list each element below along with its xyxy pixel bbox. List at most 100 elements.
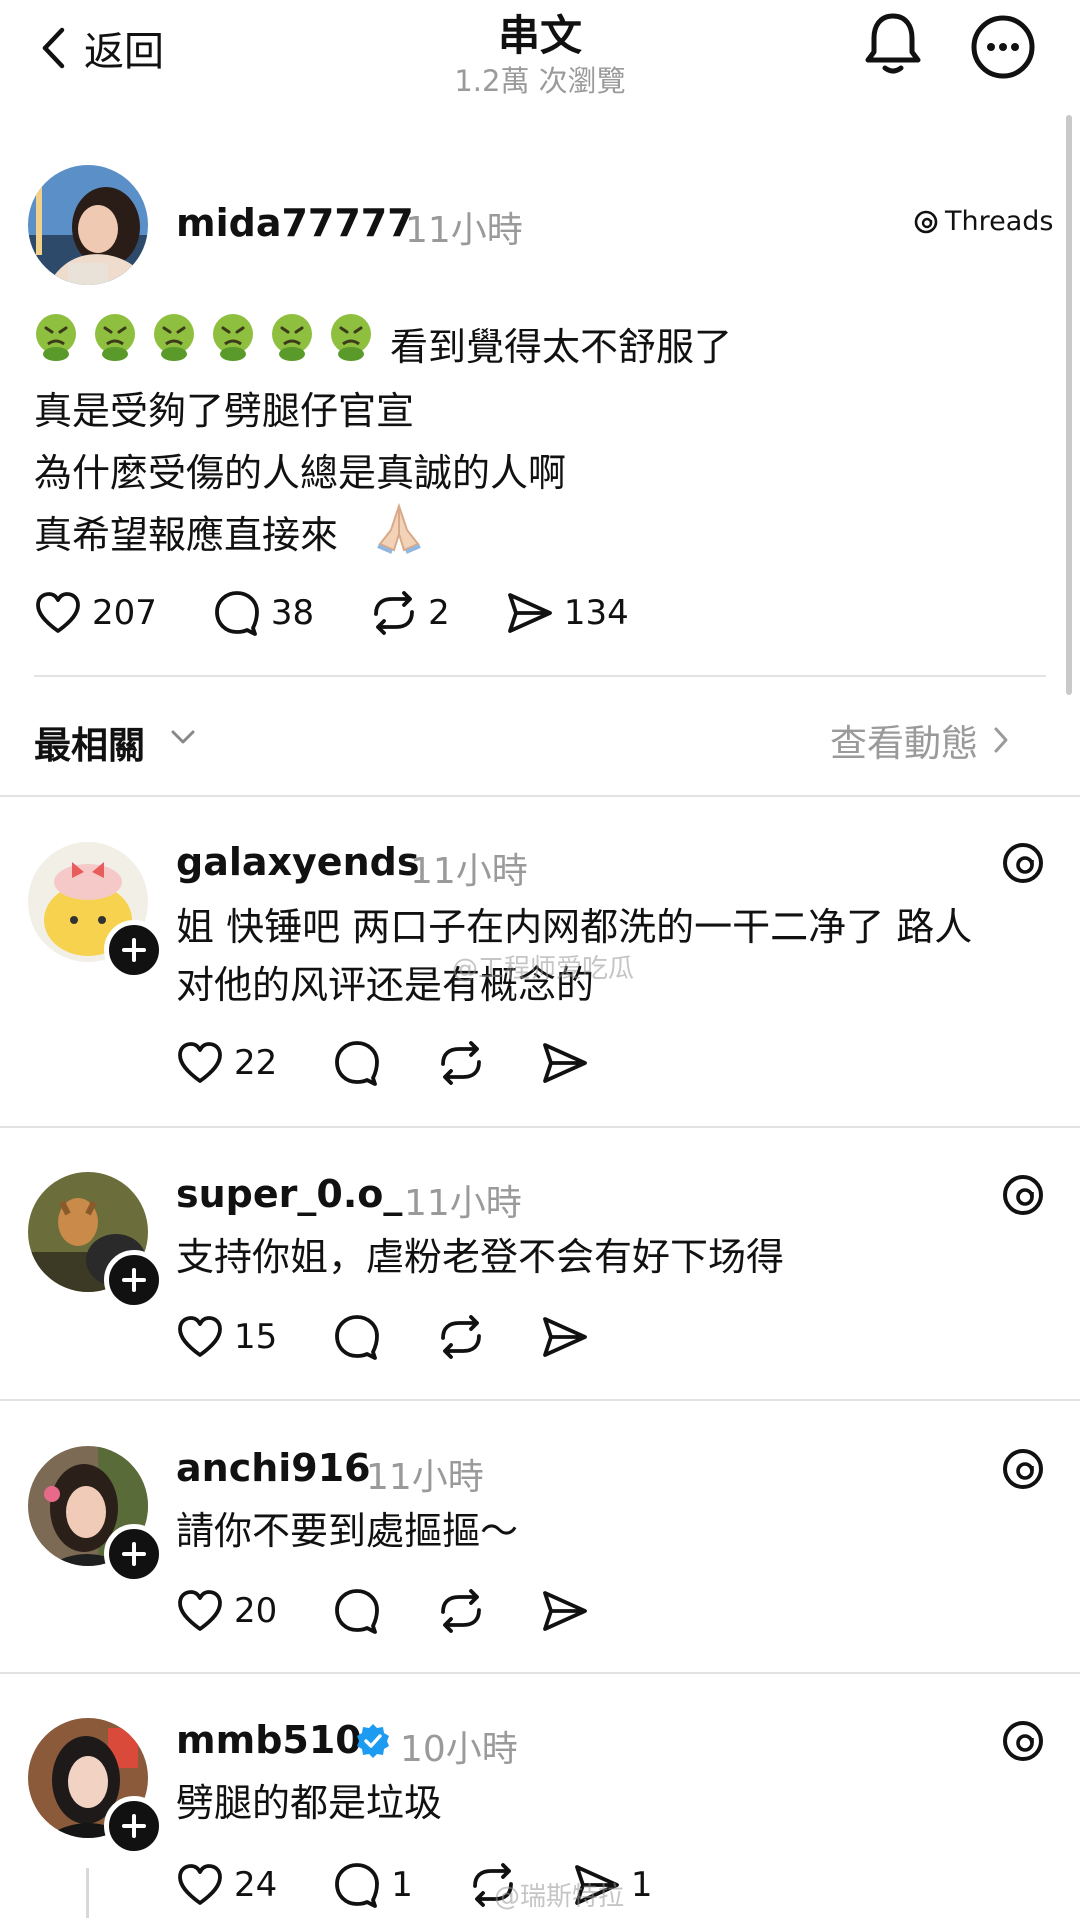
reply-button[interactable]: 1 (333, 1862, 413, 1908)
reply-button[interactable] (333, 1040, 381, 1086)
nauseated-face-icon (213, 314, 253, 361)
comment-time: 11小時 (404, 1183, 522, 1224)
threads-badge[interactable]: Threads (913, 206, 1053, 237)
threads-logo-icon[interactable] (1000, 840, 1046, 886)
watermark: @瑞斯特拉 (494, 1882, 625, 1912)
threads-logo-icon (914, 210, 938, 233)
repost-count: 2 (428, 593, 450, 633)
comment-bubble-icon (335, 1589, 380, 1634)
plus-icon (122, 1268, 146, 1292)
like-button[interactable]: 207 (34, 591, 157, 635)
reply-count: 38 (270, 593, 315, 633)
send-icon (543, 1591, 588, 1631)
repost-button[interactable] (437, 1588, 485, 1634)
follow-button[interactable] (104, 1524, 164, 1584)
send-icon (507, 593, 552, 633)
comment-username[interactable]: mmb510 (176, 1718, 362, 1762)
divider (0, 1672, 1080, 1674)
avatar[interactable] (28, 165, 148, 285)
heart-icon (178, 1864, 222, 1905)
follow-button[interactable] (104, 920, 164, 980)
reply-button[interactable] (333, 1314, 381, 1360)
threads-logo-icon[interactable] (1000, 1718, 1046, 1764)
view-activity-label: 查看動態 (830, 722, 978, 765)
follow-button[interactable] (104, 1250, 164, 1310)
repost-button[interactable] (437, 1314, 485, 1360)
divider (0, 1126, 1080, 1128)
comment-bubble-icon (335, 1041, 380, 1086)
heart-icon (178, 1042, 222, 1083)
comment-username[interactable]: anchi916 (176, 1446, 371, 1490)
share-button[interactable] (541, 1315, 589, 1359)
like-count: 20 (234, 1591, 278, 1631)
threads-logo-icon[interactable] (1000, 1446, 1046, 1492)
watermark: @工程师爱吃瓜 (452, 954, 635, 984)
plus-icon (122, 1542, 146, 1566)
send-icon (543, 1317, 588, 1357)
like-button[interactable]: 20 (176, 1589, 277, 1633)
post-actions: 207 38 2 134 (34, 590, 629, 636)
comment-username[interactable]: super_0.o_ (176, 1172, 402, 1216)
sort-dropdown[interactable]: 最相關 (34, 715, 145, 769)
heart-icon (178, 1316, 222, 1357)
plus-icon (122, 938, 146, 962)
share-count: 134 (563, 593, 629, 633)
post-text-line: 看到覺得太不舒服了 (390, 325, 733, 369)
like-button[interactable]: 24 (176, 1863, 277, 1907)
repost-button[interactable] (437, 1040, 485, 1086)
share-count: 1 (630, 1865, 653, 1905)
comment-bubble-icon (335, 1315, 380, 1360)
reply-count: 1 (391, 1865, 413, 1905)
reply-button[interactable] (333, 1588, 381, 1634)
repost-icon (441, 1041, 482, 1085)
plus-icon (122, 1814, 146, 1838)
scrollbar[interactable] (1066, 115, 1072, 695)
repost-icon (441, 1589, 482, 1633)
like-button[interactable]: 22 (176, 1041, 277, 1085)
comment-actions: 22 (176, 1040, 589, 1086)
divider (0, 1399, 1080, 1401)
nauseated-face-icon (154, 314, 194, 361)
divider (0, 795, 1080, 797)
comment-bubble-icon (335, 1863, 380, 1908)
threads-badge-label: Threads (945, 206, 1054, 237)
repost-icon (374, 591, 415, 635)
more-options-icon[interactable] (970, 14, 1036, 80)
chevron-right-icon (994, 727, 1008, 753)
thread-line (86, 1868, 89, 1918)
bell-icon[interactable] (862, 10, 924, 78)
post-time: 11小時 (405, 210, 523, 251)
like-count: 24 (234, 1865, 278, 1905)
view-activity-link[interactable]: 查看動態 (830, 713, 1010, 767)
nauseated-face-icon (95, 314, 135, 361)
comment-username[interactable]: galaxyends (176, 840, 419, 884)
nauseated-face-icon (36, 314, 76, 361)
reply-button[interactable]: 38 (213, 590, 314, 636)
folded-hands-icon (372, 500, 426, 554)
nauseated-face-icon (272, 314, 312, 361)
like-count: 207 (92, 593, 157, 633)
comment-actions: 15 (176, 1314, 589, 1360)
comment-text-line: 請你不要到處摳摳～ (176, 1509, 519, 1553)
comment-time: 11小時 (366, 1457, 484, 1498)
nauseated-face-icon (331, 314, 371, 361)
share-button[interactable] (541, 1041, 589, 1085)
like-button[interactable]: 15 (176, 1315, 277, 1359)
comment-time: 11小時 (410, 851, 528, 892)
like-count: 15 (234, 1317, 278, 1357)
post-username[interactable]: mida77777 (176, 201, 414, 245)
post-text-line: 真希望報應直接來 (34, 513, 339, 557)
comment-time: 10小時 (400, 1729, 518, 1770)
send-icon (543, 1043, 588, 1083)
comment-bubble-icon (215, 591, 259, 636)
share-button[interactable]: 134 (506, 591, 629, 635)
threads-logo-icon[interactable] (1000, 1172, 1046, 1218)
follow-button[interactable] (104, 1796, 164, 1856)
repost-button[interactable]: 2 (370, 590, 450, 636)
post-text-line: 為什麼受傷的人總是真誠的人啊 (34, 451, 567, 495)
chevron-down-icon[interactable] (168, 722, 198, 752)
heart-icon (36, 592, 80, 633)
share-button[interactable] (541, 1589, 589, 1633)
post-text-line: 真是受夠了劈腿仔官宣 (34, 389, 415, 433)
repost-icon (441, 1315, 482, 1359)
